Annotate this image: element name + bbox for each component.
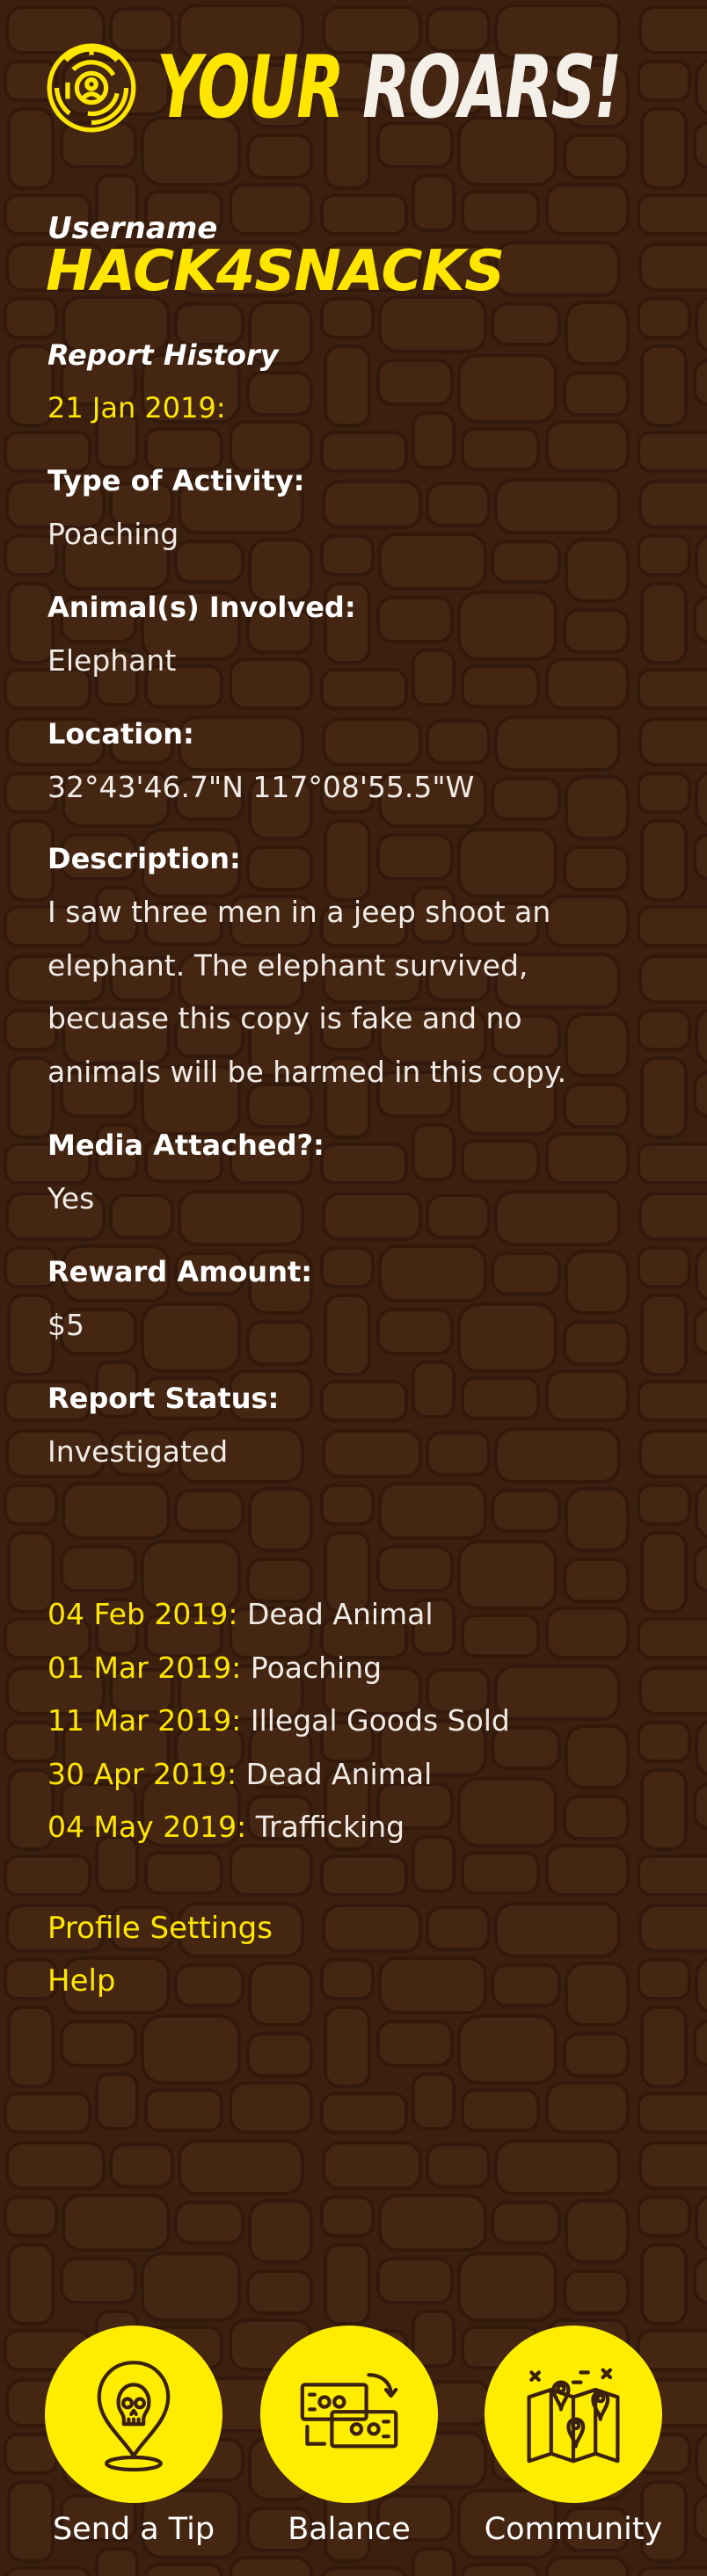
balance-button[interactable]: Balance [260,2326,454,2563]
app-title: YOUR ROARS! [157,45,622,131]
map-pins-icon [527,2368,620,2464]
location-value: 32°43'46.7"N 117°08'55.5"W [47,770,475,804]
community-circle [485,2326,662,2503]
history-item-date: 04 May 2019: [47,1810,247,1844]
media-attached-value: Yes [47,1181,95,1215]
send-tip-button[interactable]: Send a Tip [45,2326,238,2563]
community-button[interactable]: Community [485,2326,678,2563]
balance-label: Balance [288,2512,411,2547]
community-label: Community [484,2512,663,2547]
description-value: I saw three men in a jeep shoot an eleph… [47,895,567,1089]
cash-exchange-icon [300,2373,398,2449]
animals-involved-label: Animal(s) Involved: [47,591,356,624]
report-history-list: 04 Feb 2019: Dead Animal 01 Mar 2019: Po… [47,1588,510,1854]
history-item[interactable]: 30 Apr 2019: Dead Animal [47,1748,510,1802]
history-item-type: Poaching [250,1650,383,1685]
reward-amount-label: Reward Amount: [47,1255,313,1288]
history-item[interactable]: 04 Feb 2019: Dead Animal [47,1588,510,1642]
description-label: Description: [47,842,241,875]
history-item-date: 30 Apr 2019: [47,1756,237,1791]
history-item-type: Illegal Goods Sold [250,1703,510,1738]
app-title-part2: ROARS! [361,38,622,138]
history-item[interactable]: 01 Mar 2019: Poaching [47,1642,510,1695]
send-tip-label: Send a Tip [52,2512,215,2547]
report-history-heading: Report History [47,338,279,372]
account-links: Profile Settings Help [47,1902,273,2007]
app-header: YOUR ROARS! [46,35,707,141]
report-status-value: Investigated [47,1434,229,1469]
history-item-type: Dead Animal [247,1597,434,1631]
report-status-label: Report Status: [47,1382,280,1415]
history-item[interactable]: 11 Mar 2019: Illegal Goods Sold [47,1694,510,1748]
history-item[interactable]: 04 May 2019: Trafficking [47,1801,510,1854]
profile-settings-link[interactable]: Profile Settings [47,1902,273,1955]
animals-involved-value: Elephant [47,643,177,678]
help-link[interactable]: Help [47,1955,273,2007]
activity-type-label: Type of Activity: [47,464,305,497]
location-label: Location: [47,717,194,751]
send-tip-circle [45,2326,222,2503]
current-report-date[interactable]: 21 Jan 2019: [47,391,226,424]
history-item-date: 01 Mar 2019: [47,1650,242,1685]
history-item-date: 11 Mar 2019: [47,1703,242,1738]
balance-circle [260,2326,438,2503]
username-value: HACK4SNACKS [46,239,505,304]
maze-lion-logo-icon [47,43,136,133]
history-item-type: Dead Animal [245,1756,433,1791]
app-title-part1: YOUR [157,38,345,138]
history-item-type: Trafficking [255,1810,405,1844]
reward-amount-value: $5 [47,1308,84,1342]
skull-location-pin-icon [97,2361,171,2472]
history-item-date: 04 Feb 2019: [47,1597,238,1631]
activity-type-value: Poaching [47,517,179,551]
media-attached-label: Media Attached?: [47,1128,324,1162]
